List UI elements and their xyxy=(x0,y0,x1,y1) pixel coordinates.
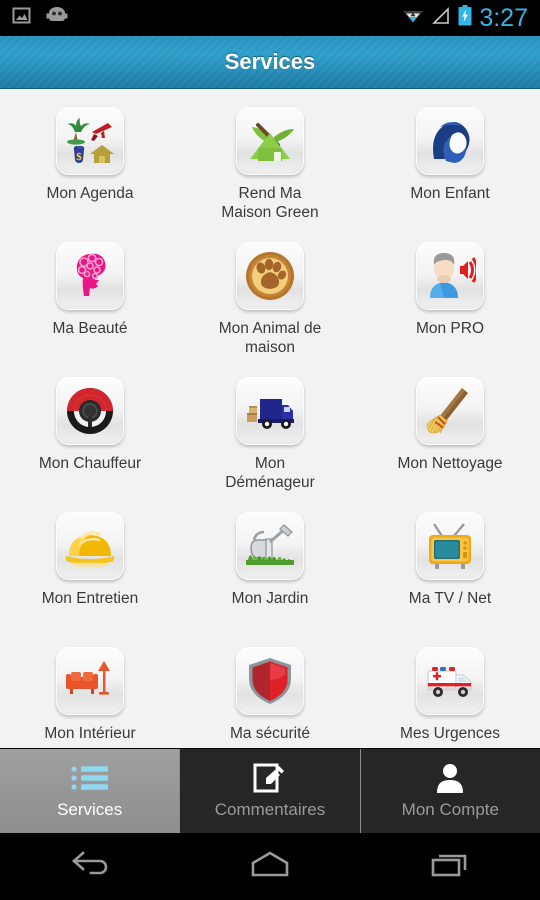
sofa-lamp-icon[interactable] xyxy=(56,647,124,715)
service-item[interactable]: Mon Déménageur xyxy=(180,371,360,506)
paw-print-icon[interactable] xyxy=(236,242,304,310)
svg-text:$: $ xyxy=(76,151,82,163)
steering-wheel-icon[interactable] xyxy=(56,377,124,445)
recents-icon xyxy=(424,848,476,885)
service-item[interactable]: Mon Enfant xyxy=(360,101,540,236)
back-arrow-icon xyxy=(66,848,114,885)
signal-icon xyxy=(431,6,451,31)
tab-mon-compte-label: Mon Compte xyxy=(401,800,499,819)
android-nav-bar[interactable] xyxy=(0,833,540,900)
agenda-icon[interactable]: $ xyxy=(56,107,124,175)
app-title-bar: Services xyxy=(0,36,540,89)
service-label: Rend Ma Maison Green xyxy=(221,185,319,221)
tab-mon-compte[interactable]: Mon Compte xyxy=(359,749,540,833)
services-grid: $ Mon Agenda Rend Ma Maison Green Mon Enf… xyxy=(0,101,540,776)
home-button[interactable] xyxy=(180,848,360,885)
service-label: Ma sécurité xyxy=(229,725,311,742)
watering-can-icon[interactable] xyxy=(236,512,304,580)
person-speaking-icon[interactable] xyxy=(416,242,484,310)
service-item[interactable]: Mon PRO xyxy=(360,236,540,371)
android-screen: 3:27 Services $ Mon Agenda Rend Ma Maison… xyxy=(0,0,540,900)
service-item[interactable]: Ma TV / Net xyxy=(360,506,540,641)
service-label: Mon Nettoyage xyxy=(397,455,503,472)
recents-button[interactable] xyxy=(360,848,540,885)
person-icon xyxy=(435,762,465,794)
service-item[interactable]: Mon Nettoyage xyxy=(360,371,540,506)
service-label: Mon PRO xyxy=(415,320,485,337)
service-label: Mes Urgences xyxy=(400,725,500,742)
ambulance-icon[interactable] xyxy=(416,647,484,715)
service-item[interactable]: Rend Ma Maison Green xyxy=(180,101,360,236)
bottom-tab-bar[interactable]: Services Commentaires Mon Compte xyxy=(0,748,540,833)
tab-commentaires-label: Commentaires xyxy=(214,800,326,819)
list-icon xyxy=(70,762,110,794)
moving-truck-icon[interactable] xyxy=(236,377,304,445)
service-label: Mon Enfant xyxy=(410,185,490,202)
hard-hat-icon[interactable] xyxy=(56,512,124,580)
service-label: Ma Beauté xyxy=(52,320,128,337)
tab-commentaires[interactable]: Commentaires xyxy=(179,749,359,833)
service-item[interactable]: Mon Chauffeur xyxy=(0,371,180,506)
wifi-icon xyxy=(402,6,424,31)
television-icon[interactable] xyxy=(416,512,484,580)
service-item[interactable]: Mon Entretien xyxy=(0,506,180,641)
service-label: Ma TV / Net xyxy=(408,590,492,607)
service-label: Mon Entretien xyxy=(41,590,139,607)
service-item[interactable]: Ma Beauté xyxy=(0,236,180,371)
tab-services[interactable]: Services xyxy=(0,749,180,833)
services-grid-container: $ Mon Agenda Rend Ma Maison Green Mon Enf… xyxy=(0,89,540,748)
status-bar-notifications xyxy=(12,6,69,30)
image-icon xyxy=(12,6,31,30)
service-item[interactable]: Mon Jardin xyxy=(180,506,360,641)
service-label: Mon Intérieur xyxy=(44,725,136,742)
shield-icon[interactable] xyxy=(236,647,304,715)
page-title: Services xyxy=(224,49,316,74)
status-bar: 3:27 xyxy=(0,0,540,36)
service-item[interactable]: Mon Animal de maison xyxy=(180,236,360,371)
service-label: Mon Chauffeur xyxy=(38,455,142,472)
battery-charging-icon xyxy=(458,5,472,31)
service-label: Mon Déménageur xyxy=(225,455,315,491)
status-bar-system-icons: 3:27 xyxy=(402,0,528,36)
service-label: Mon Agenda xyxy=(46,185,134,202)
service-label: Mon Animal de maison xyxy=(218,320,322,356)
back-button[interactable] xyxy=(0,848,180,885)
compose-icon xyxy=(253,762,287,794)
beauty-woman-icon[interactable] xyxy=(56,242,124,310)
tab-services-label: Services xyxy=(57,800,123,819)
green-house-icon[interactable] xyxy=(236,107,304,175)
service-item[interactable]: $ Mon Agenda xyxy=(0,101,180,236)
android-robot-icon xyxy=(45,7,69,29)
home-icon xyxy=(242,848,298,885)
broom-icon[interactable] xyxy=(416,377,484,445)
mother-child-icon[interactable] xyxy=(416,107,484,175)
status-bar-clock: 3:27 xyxy=(479,4,528,32)
service-label: Mon Jardin xyxy=(231,590,309,607)
